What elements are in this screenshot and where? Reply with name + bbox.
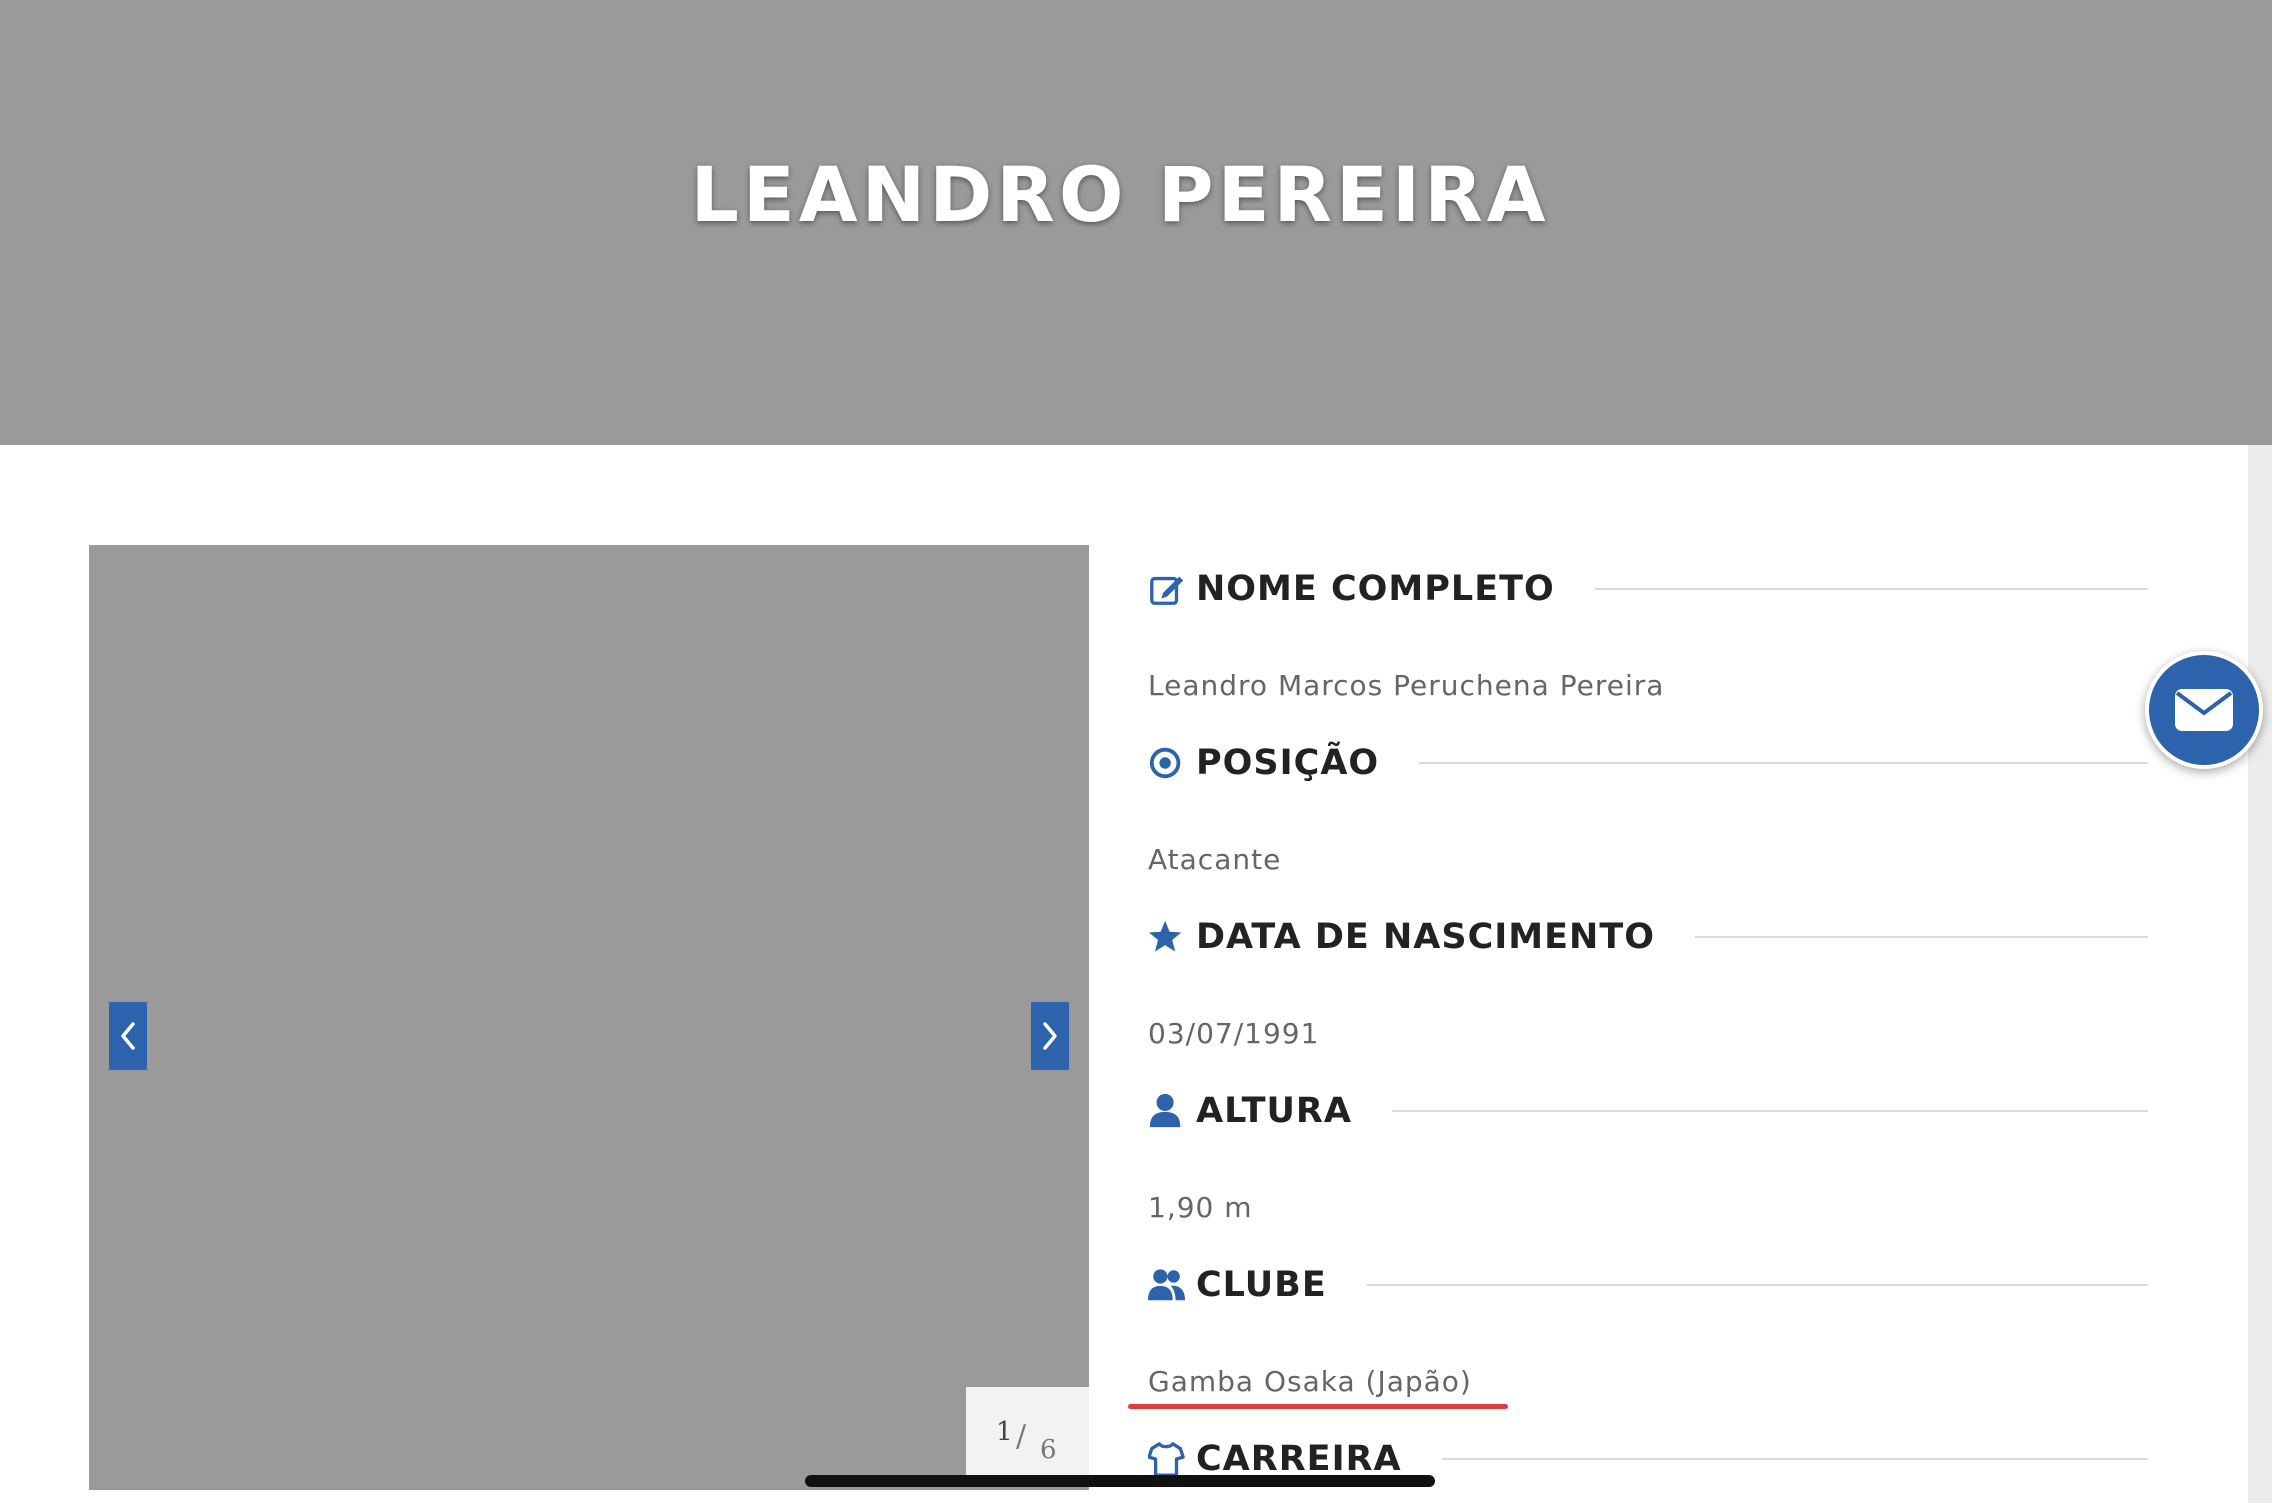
slide-current: 1 <box>996 1417 1013 1447</box>
hero-banner: LEANDRO PEREIRA <box>0 0 2272 445</box>
edit-icon <box>1148 568 1190 610</box>
divider <box>1594 588 2148 590</box>
shirt-icon <box>1148 1438 1190 1480</box>
divider <box>1694 936 2148 938</box>
background-edge <box>2248 445 2272 1503</box>
height-label: ALTURA <box>1196 1091 1352 1131</box>
divider <box>1366 1284 2148 1286</box>
chevron-left-icon <box>121 1022 135 1050</box>
full-name-label: NOME COMPLETO <box>1196 569 1555 609</box>
divider <box>1391 1110 2148 1112</box>
slide-separator: / <box>1016 1419 1027 1454</box>
birth-date-value: 03/07/1991 <box>1148 1017 1320 1050</box>
section-height: ALTURA 1,90 m <box>1148 1086 2148 1224</box>
user-icon <box>1148 1090 1190 1132</box>
carousel-next-button[interactable] <box>1031 1002 1069 1070</box>
position-label: POSIÇÃO <box>1196 743 1380 783</box>
position-value: Atacante <box>1148 843 1282 876</box>
full-name-value: Leandro Marcos Peruchena Pereira <box>1148 669 1665 702</box>
divider <box>1419 762 2148 764</box>
users-icon <box>1148 1264 1190 1306</box>
page-title: LEANDRO PEREIRA <box>690 150 1550 239</box>
slide-counter: 1 / 6 <box>966 1387 1089 1479</box>
home-indicator <box>805 1475 1435 1487</box>
annotation-underline <box>1128 1404 1508 1409</box>
career-label: CARREIRA <box>1196 1439 1402 1479</box>
player-photo <box>89 545 987 1490</box>
divider <box>1441 1458 2148 1460</box>
section-position: POSIÇÃO Atacante <box>1148 738 2148 876</box>
target-icon <box>1148 742 1190 784</box>
chevron-right-icon <box>1043 1022 1057 1050</box>
birth-date-label: DATA DE NASCIMENTO <box>1196 917 1655 957</box>
club-label: CLUBE <box>1196 1265 1327 1305</box>
star-icon <box>1148 916 1190 958</box>
carousel-prev-button[interactable] <box>109 1002 147 1070</box>
club-value: Gamba Osaka (Japão) <box>1148 1365 1472 1398</box>
section-full-name: NOME COMPLETO Leandro Marcos Peruchena P… <box>1148 564 2148 702</box>
mail-icon <box>2175 689 2233 731</box>
section-birth-date: DATA DE NASCIMENTO 03/07/1991 <box>1148 912 2148 1050</box>
section-club: CLUBE Gamba Osaka (Japão) <box>1148 1260 2148 1398</box>
slide-total: 6 <box>1040 1435 1057 1465</box>
height-value: 1,90 m <box>1148 1191 1253 1224</box>
contact-mail-button[interactable] <box>2145 651 2263 769</box>
photo-carousel[interactable]: 1 / 6 <box>89 545 1089 1490</box>
